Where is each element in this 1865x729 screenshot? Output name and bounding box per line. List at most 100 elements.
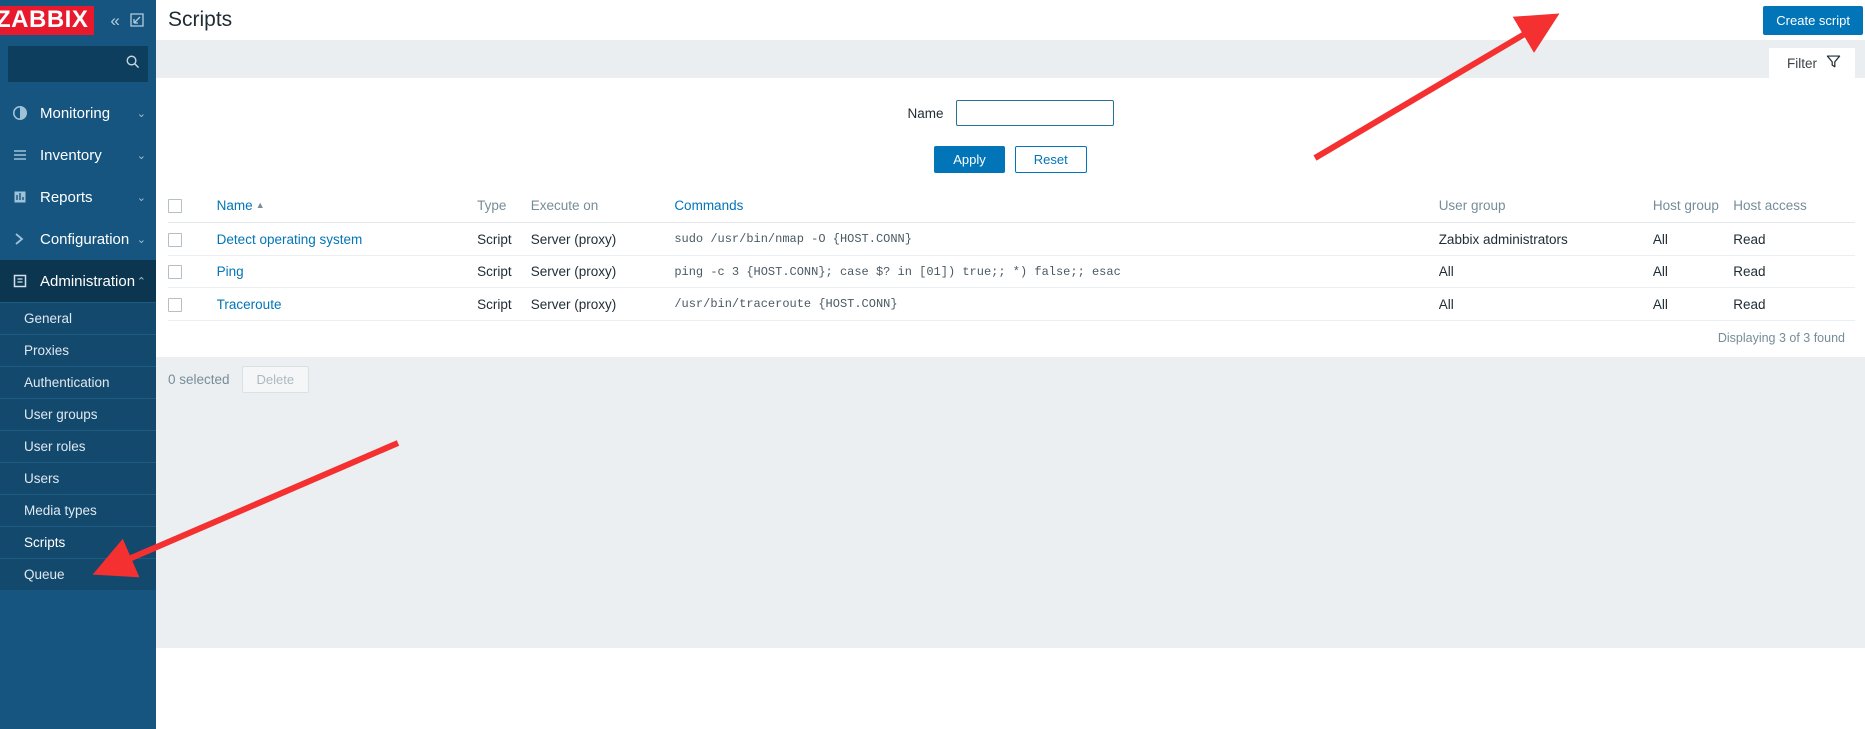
chevron-double-left-icon[interactable]: « [110, 12, 119, 29]
row-host-access-cell: Read [1733, 287, 1855, 321]
row-select-cell [168, 222, 217, 256]
filter-name-input[interactable] [955, 100, 1114, 126]
administration-icon [12, 273, 34, 289]
table-footer-actions: 0 selected Delete [156, 356, 1865, 403]
expand-window-icon[interactable] [130, 13, 144, 27]
script-name-link[interactable]: Detect operating system [217, 232, 363, 247]
search-icon[interactable] [125, 54, 140, 74]
select-all-header [168, 189, 217, 224]
column-header-commands[interactable]: Commands [674, 189, 1439, 224]
zabbix-logo: ZABBIX [0, 5, 95, 35]
filter-panel: Name Apply Reset [156, 78, 1865, 189]
inventory-icon [12, 147, 34, 163]
row-execute-on-cell: Server (proxy) [530, 222, 675, 256]
create-script-button[interactable]: Create script [1763, 5, 1863, 35]
row-execute-on-cell: Server (proxy) [530, 255, 675, 289]
sidebar-item-label: Monitoring [40, 104, 111, 122]
table-head: Name ▲ Type Execute on Commands User grou… [168, 189, 1855, 224]
row-commands-cell: ping -c 3 {HOST.CONN}; case $? in [01]) … [674, 255, 1439, 289]
sidebar-item-authentication[interactable]: Authentication [0, 366, 156, 398]
scripts-table-wrap: Name ▲ Type Execute on Commands User grou… [156, 189, 1865, 345]
sidebar-header: ZABBIX « [0, 0, 156, 40]
sidebar-item-inventory[interactable]: Inventory ⌄ [0, 134, 156, 176]
sidebar-item-scripts[interactable]: Scripts [0, 526, 156, 558]
sidebar-item-label: Configuration [40, 230, 130, 248]
sidebar-item-configuration[interactable]: Configuration ⌄ [0, 218, 156, 260]
row-user-group-cell: All [1438, 287, 1653, 321]
table-body: Detect operating system Script Server (p… [168, 222, 1855, 321]
sort-ascending-icon: ▲ [255, 200, 265, 211]
row-execute-on-cell: Server (proxy) [530, 287, 675, 321]
table-row: Ping Script Server (proxy) ping -c 3 {HO… [168, 255, 1855, 289]
sidebar-item-media-types[interactable]: Media types [0, 494, 156, 526]
sidebar-item-proxies[interactable]: Proxies [0, 334, 156, 366]
row-type-cell: Script [477, 222, 531, 256]
page-header: Scripts Create script [156, 0, 1865, 40]
row-type-cell: Script [477, 287, 531, 321]
displaying-count: Displaying 3 of 3 found [1717, 330, 1845, 345]
sidebar-item-monitoring[interactable]: Monitoring ⌄ [0, 92, 156, 134]
chevron-down-icon: ⌄ [136, 233, 146, 246]
sidebar-item-reports[interactable]: Reports ⌄ [0, 176, 156, 218]
column-header-type: Type [477, 189, 531, 224]
apply-button[interactable]: Apply [934, 146, 1005, 173]
script-name-link[interactable]: Traceroute [217, 297, 282, 312]
select-all-checkbox[interactable] [168, 199, 182, 214]
row-host-group-cell: All [1652, 222, 1734, 256]
search-input[interactable] [8, 56, 121, 72]
filter-tab-label: Filter [1787, 55, 1817, 71]
funnel-icon [1826, 54, 1841, 72]
monitoring-icon [12, 105, 34, 121]
row-type-cell: Script [477, 255, 531, 289]
row-user-group-cell: Zabbix administrators [1438, 222, 1653, 256]
table-row: Traceroute Script Server (proxy) /usr/bi… [168, 287, 1855, 321]
sidebar-item-user-roles[interactable]: User roles [0, 430, 156, 462]
delete-button[interactable]: Delete [241, 366, 310, 394]
filter-name-label: Name [907, 105, 944, 121]
row-host-group-cell: All [1652, 287, 1734, 321]
page-background [156, 402, 1865, 648]
zabbix-app: ZABBIX « Monitoring ⌄ Inventory ⌄ Report… [0, 0, 1865, 729]
table-header-row: Name ▲ Type Execute on Commands User grou… [168, 189, 1855, 224]
sidebar: ZABBIX « Monitoring ⌄ Inventory ⌄ Report… [0, 0, 156, 729]
row-checkbox[interactable] [168, 232, 182, 247]
sidebar-item-general[interactable]: General [0, 302, 156, 334]
page-title: Scripts [168, 8, 233, 31]
row-checkbox[interactable] [168, 265, 182, 280]
administration-submenu: General Proxies Authentication User grou… [0, 302, 156, 590]
sidebar-item-user-groups[interactable]: User groups [0, 398, 156, 430]
table-row: Detect operating system Script Server (p… [168, 222, 1855, 256]
chevron-down-icon: ⌄ [136, 191, 146, 204]
reset-button[interactable]: Reset [1014, 146, 1087, 173]
sidebar-item-users[interactable]: Users [0, 462, 156, 494]
column-header-host-access: Host access [1733, 189, 1855, 224]
sidebar-item-label: Inventory [40, 146, 102, 164]
row-user-group-cell: All [1438, 255, 1653, 289]
row-name-cell: Ping [216, 255, 478, 289]
row-checkbox[interactable] [168, 297, 182, 312]
sidebar-header-icons: « [110, 12, 144, 29]
column-header-name[interactable]: Name ▲ [216, 189, 478, 224]
sidebar-item-administration[interactable]: Administration ⌃ [0, 260, 156, 302]
column-header-execute-on: Execute on [530, 189, 675, 224]
sidebar-menu: Monitoring ⌄ Inventory ⌄ Reports ⌄ Confi… [0, 92, 156, 590]
sidebar-search[interactable] [8, 46, 148, 82]
tab-filter[interactable]: Filter [1769, 48, 1855, 78]
row-host-access-cell: Read [1733, 222, 1855, 256]
row-host-access-cell: Read [1733, 255, 1855, 289]
filter-tab-bar: Filter [156, 40, 1865, 78]
selected-count: 0 selected [168, 372, 230, 388]
row-select-cell [168, 287, 217, 321]
row-name-cell: Detect operating system [216, 222, 478, 256]
row-select-cell [168, 255, 217, 289]
reports-icon [12, 189, 34, 205]
filter-name-row: Name [156, 100, 1865, 126]
column-header-name-label: Name [216, 198, 253, 214]
column-header-host-group: Host group [1652, 189, 1734, 224]
sidebar-item-label: Reports [40, 188, 93, 206]
chevron-down-icon: ⌄ [136, 107, 146, 120]
main-content: Scripts Create script Filter Name Apply [156, 0, 1865, 729]
sidebar-item-queue[interactable]: Queue [0, 558, 156, 590]
script-name-link[interactable]: Ping [217, 264, 244, 279]
row-commands-cell: /usr/bin/traceroute {HOST.CONN} [674, 287, 1439, 321]
